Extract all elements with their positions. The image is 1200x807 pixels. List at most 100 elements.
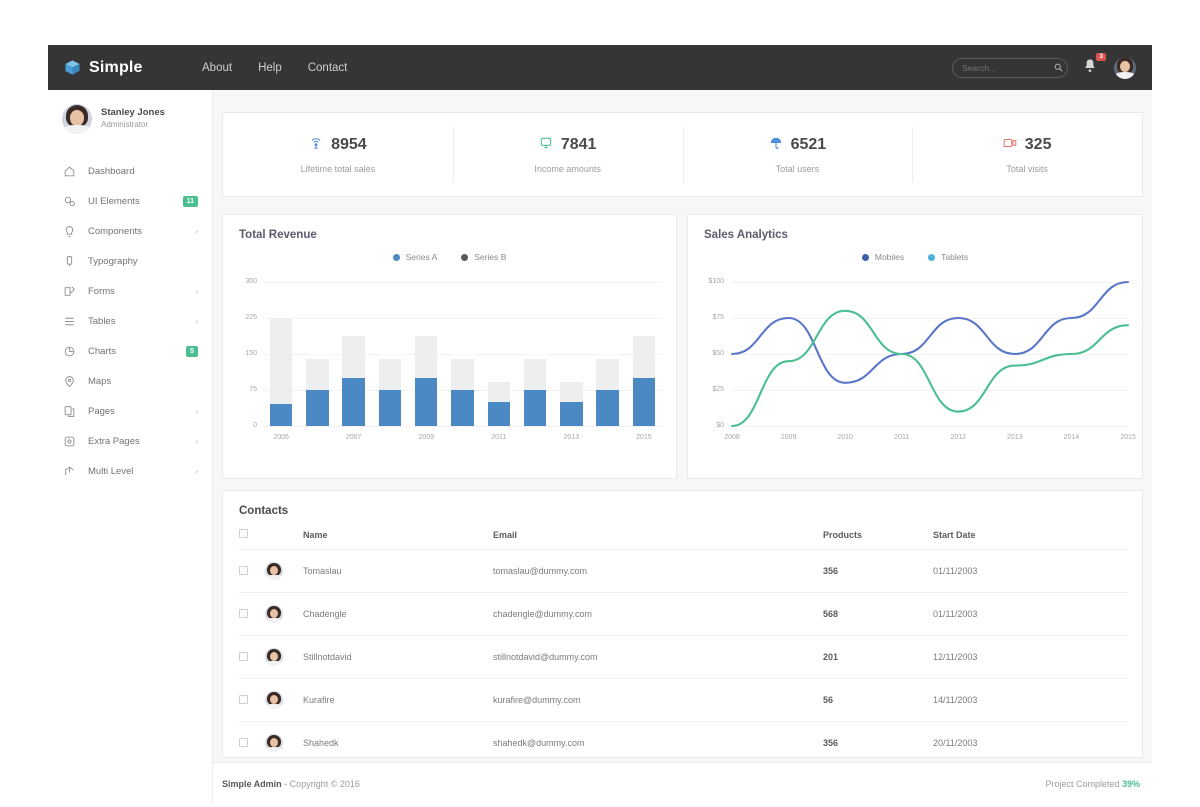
legend-series-a[interactable]: Series A (393, 252, 438, 262)
monitor-icon (539, 136, 553, 155)
sidebar-item-typography[interactable]: Typography (48, 246, 212, 276)
main-content: 8954 Lifetime total sales 7841 Income am… (213, 90, 1152, 804)
sidebar-item-components[interactable]: Components › (48, 216, 212, 246)
layers-icon (62, 194, 77, 209)
row-email: kurafire@dummy.com (493, 679, 823, 722)
notifications-button[interactable]: 3 (1082, 57, 1100, 79)
bar-series-b[interactable] (342, 336, 364, 378)
bar-series-b[interactable] (560, 382, 582, 402)
x-axis-tick-label: 2013 (552, 434, 590, 441)
chevron-right-icon: › (195, 467, 198, 476)
gridline (263, 354, 662, 355)
sidebar-item-maps[interactable]: Maps (48, 366, 212, 396)
bar-series-a[interactable] (270, 404, 292, 426)
footer: Simple Admin - Copyright © 2016 Project … (213, 762, 1152, 804)
bar-series-a[interactable] (560, 402, 582, 426)
bar-series-b[interactable] (596, 359, 618, 390)
bar-series-a[interactable] (306, 390, 328, 426)
sidebar-item-charts[interactable]: Charts 5 (48, 336, 212, 366)
x-axis-tick-label: 2009 (407, 434, 445, 441)
row-avatar-cell (265, 593, 303, 636)
legend-label-tablets: Tablets (941, 252, 968, 262)
profile-avatar (62, 104, 92, 134)
bell-icon (1082, 62, 1098, 79)
stat-cards: 8954 Lifetime total sales 7841 Income am… (222, 112, 1143, 197)
row-start-date: 20/11/2003 (933, 722, 1128, 765)
sidebar-user-profile[interactable]: Stanley Jones Administrator (48, 90, 212, 150)
table-row[interactable]: Stillnotdavidstillnotdavid@dummy.com2011… (239, 636, 1128, 679)
sales-analytics-plot: $0$25$50$75$1002008200920102011201220132… (688, 272, 1142, 452)
legend-tablets[interactable]: Tablets (928, 252, 968, 262)
row-start-date: 14/11/2003 (933, 679, 1128, 722)
row-checkbox[interactable] (239, 566, 248, 575)
row-checkbox[interactable] (239, 652, 248, 661)
y-axis-tick-label: 225 (229, 314, 257, 321)
search-input[interactable] (962, 63, 1054, 73)
bar-series-a[interactable] (633, 378, 655, 426)
bar-series-a[interactable] (524, 390, 546, 426)
row-checkbox[interactable] (239, 695, 248, 704)
bar-series-b[interactable] (488, 382, 510, 402)
bar-series-b[interactable] (415, 336, 437, 378)
sidebar-item-multi-level[interactable]: Multi Level › (48, 456, 212, 486)
pie-icon (62, 344, 77, 359)
bar-series-b[interactable] (633, 336, 655, 378)
line-tablets[interactable] (732, 311, 1128, 426)
total-revenue-title: Total Revenue (223, 215, 676, 241)
row-name: Stillnotdavid (303, 636, 493, 679)
sales-analytics-title: Sales Analytics (688, 215, 1142, 241)
row-checkbox[interactable] (239, 609, 248, 618)
row-email: shahedk@dummy.com (493, 722, 823, 765)
legend-mobiles[interactable]: Mobiles (862, 252, 904, 262)
sidebar-label-multi-level: Multi Level (88, 466, 133, 477)
type-icon (62, 254, 77, 269)
sidebar-item-pages[interactable]: Pages › (48, 396, 212, 426)
row-avatar-cell (265, 636, 303, 679)
sidebar-item-dashboard[interactable]: Dashboard (48, 156, 212, 186)
table-row[interactable]: Tomaslautomaslau@dummy.com35601/11/2003 (239, 550, 1128, 593)
bar-series-a[interactable] (379, 390, 401, 426)
legend-series-b[interactable]: Series B (461, 252, 506, 262)
sidebar-item-tables[interactable]: Tables › (48, 306, 212, 336)
bar-series-b[interactable] (451, 359, 473, 390)
row-products: 56 (823, 679, 933, 722)
bar-series-a[interactable] (415, 378, 437, 426)
contacts-card: Contacts Name Email Products Start Date … (222, 490, 1143, 758)
table-row[interactable]: Shahedkshahedk@dummy.com35620/11/2003 (239, 722, 1128, 765)
bar-series-b[interactable] (524, 359, 546, 390)
bar-series-b[interactable] (270, 318, 292, 404)
user-avatar[interactable] (1114, 57, 1136, 79)
bar-series-a[interactable] (342, 378, 364, 426)
gridline (263, 318, 662, 319)
sidebar-item-extra-pages[interactable]: Extra Pages › (48, 426, 212, 456)
bar-series-a[interactable] (488, 402, 510, 426)
stat-card-lifetime-sales: 8954 Lifetime total sales (223, 113, 453, 196)
row-checkbox[interactable] (239, 738, 248, 747)
brand-logo[interactable]: Simple (64, 59, 184, 77)
nav-link-contact[interactable]: Contact (308, 62, 348, 74)
table-row[interactable]: Kurafirekurafire@dummy.com5614/11/2003 (239, 679, 1128, 722)
sidebar-item-forms[interactable]: Forms › (48, 276, 212, 306)
table-row[interactable]: Chadenglechadengle@dummy.com56801/11/200… (239, 593, 1128, 636)
bar-series-b[interactable] (379, 359, 401, 390)
sidebar-user-role: Administrator (101, 120, 165, 131)
select-all-checkbox[interactable] (239, 529, 248, 538)
row-select-cell (239, 679, 265, 722)
bar-series-b[interactable] (306, 359, 328, 390)
nav-link-about[interactable]: About (202, 62, 232, 74)
total-revenue-legend: Series A Series B (223, 252, 676, 262)
bar-series-a[interactable] (451, 390, 473, 426)
sidebar-item-ui-elements[interactable]: UI Elements 11 (48, 186, 212, 216)
y-axis-tick-label: 150 (229, 350, 257, 357)
sidebar-label-components: Components (88, 226, 142, 237)
total-revenue-card: Total Revenue Series A Series B 07515022… (222, 214, 677, 479)
line-mobiles[interactable] (732, 282, 1128, 383)
y-axis-tick-label: 0 (229, 422, 257, 429)
search-box[interactable] (952, 58, 1068, 78)
header-select-all (239, 529, 265, 550)
row-avatar-cell (265, 550, 303, 593)
nav-link-help[interactable]: Help (258, 62, 282, 74)
bar-series-a[interactable] (596, 390, 618, 426)
legend-dot-series-a (393, 254, 400, 261)
stat-value-income-amounts: 7841 (561, 136, 597, 154)
